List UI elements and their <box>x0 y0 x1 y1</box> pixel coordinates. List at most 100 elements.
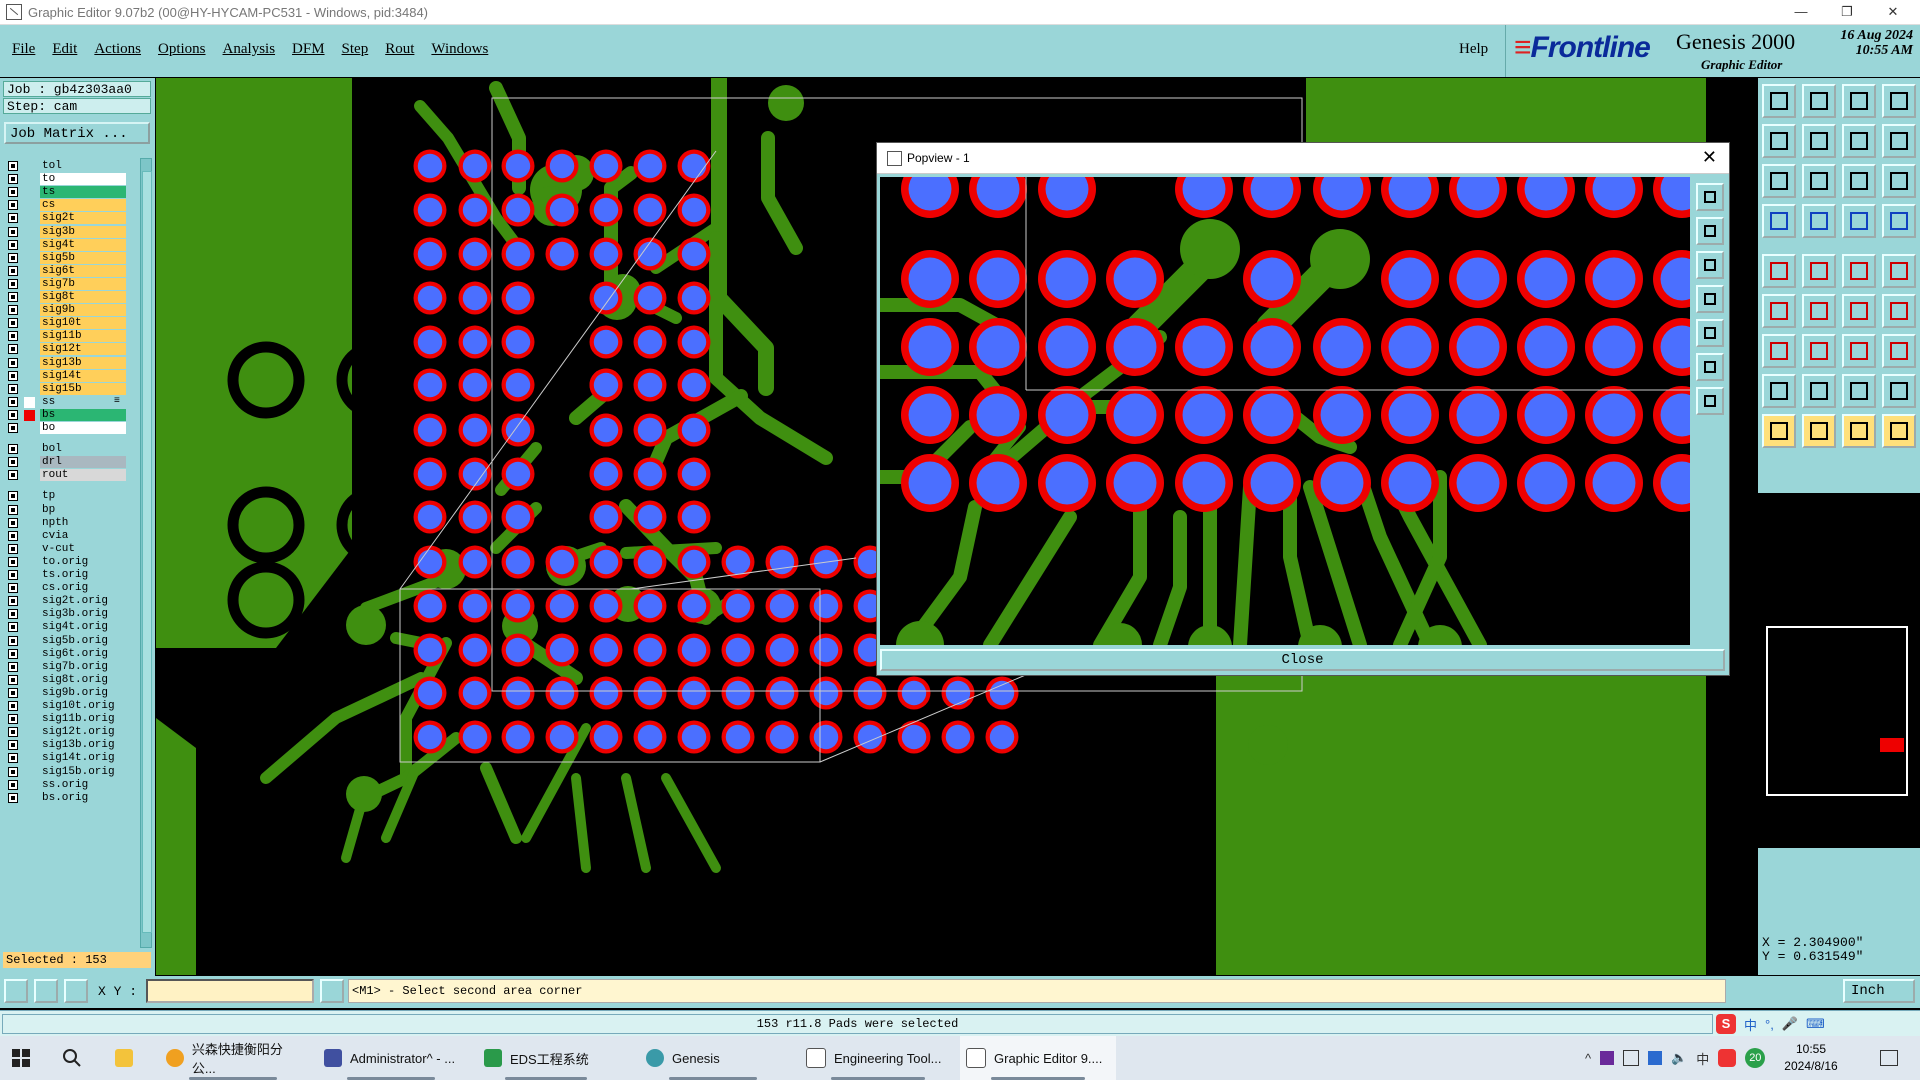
layer-row-sig10t[interactable]: sig10t <box>4 317 144 330</box>
layer-checkbox[interactable] <box>8 596 18 607</box>
xy-input[interactable] <box>146 979 314 1003</box>
layer-name[interactable]: rout <box>40 469 126 482</box>
layer-name[interactable]: sig4t.orig <box>40 621 126 634</box>
layer-row-sig5b.orig[interactable]: sig5b.orig <box>4 634 144 648</box>
layer-checkbox[interactable] <box>8 292 18 302</box>
tray-window-icon[interactable] <box>1623 1050 1640 1066</box>
minimap-viewport[interactable] <box>1880 738 1904 752</box>
layer-checkbox[interactable] <box>8 609 18 620</box>
layer-name[interactable]: bo <box>40 422 126 434</box>
layer-name[interactable]: sig3b.orig <box>40 608 126 621</box>
layer-checkbox[interactable] <box>8 701 18 711</box>
restore-button[interactable]: ❐ <box>1824 0 1870 24</box>
layer-name[interactable]: sig12t.orig <box>40 726 126 739</box>
popview-close-button[interactable]: Close <box>880 649 1725 671</box>
menu-actions[interactable]: Actions <box>94 41 141 58</box>
layer-row-drl[interactable]: drl <box>4 456 144 469</box>
layer-row-sig7b[interactable]: sig7b <box>4 277 144 291</box>
search-button[interactable] <box>62 1036 88 1080</box>
layer-checkbox[interactable] <box>8 305 18 316</box>
grid-button[interactable] <box>64 979 88 1003</box>
ime-mic-icon[interactable]: 🎤 <box>1782 1016 1798 1032</box>
layer-row-bol[interactable]: bol <box>4 443 144 456</box>
layer-checkbox[interactable] <box>8 174 18 185</box>
layer-name[interactable]: bs <box>40 408 126 421</box>
layer-name[interactable]: cs.orig <box>40 582 126 595</box>
edit-line-tool[interactable] <box>1762 294 1796 328</box>
layer-row-sig13b[interactable]: sig13b <box>4 356 144 370</box>
menu-rout[interactable]: Rout <box>385 41 414 58</box>
layer-checkbox[interactable] <box>8 517 18 528</box>
layer-row-sig14t.orig[interactable]: sig14t.orig <box>4 752 144 765</box>
layer-row-tol[interactable]: tol <box>4 160 144 173</box>
layer-checkbox[interactable] <box>8 504 18 515</box>
layer-row-sig5b[interactable]: sig5b <box>4 251 144 265</box>
layer-name[interactable]: sig6t <box>40 264 126 277</box>
move-left-tool[interactable] <box>1762 124 1796 158</box>
draw-line-tool[interactable] <box>1802 294 1836 328</box>
select4-tool[interactable] <box>1882 414 1916 448</box>
layer-checkbox[interactable] <box>8 648 18 659</box>
layer-name[interactable]: bp <box>40 503 126 516</box>
layer-checkbox[interactable] <box>8 470 18 481</box>
taskbar-item[interactable]: EDS工程系统 <box>478 1036 614 1080</box>
layer-checkbox[interactable] <box>8 161 18 171</box>
select3-tool[interactable] <box>1842 414 1876 448</box>
layer-row-sig2t.orig[interactable]: sig2t.orig <box>4 595 144 608</box>
sogou-tray-icon[interactable] <box>1718 1049 1737 1067</box>
pad-tool[interactable] <box>1762 254 1796 288</box>
layer-checkbox[interactable] <box>8 344 18 355</box>
layer-row-ts.orig[interactable]: ts.orig <box>4 569 144 582</box>
layer-checkbox[interactable] <box>8 370 18 381</box>
layer-row-sig9b.orig[interactable]: sig9b.orig <box>4 686 144 700</box>
scale-tool[interactable] <box>1842 164 1876 198</box>
layer-name[interactable]: bol <box>40 443 126 456</box>
layer-row-rout[interactable]: rout <box>4 469 144 482</box>
layer-checkbox[interactable] <box>8 792 18 803</box>
zoom-next-button[interactable] <box>1696 251 1724 279</box>
zoom-left-button[interactable] <box>1696 285 1724 313</box>
layer-name[interactable]: ts.orig <box>40 569 126 581</box>
layer-name[interactable]: sig10t.orig <box>40 700 126 712</box>
layer-row-sig14t[interactable]: sig14t <box>4 369 144 383</box>
menu-options[interactable]: Options <box>158 41 206 58</box>
copy-up-tool[interactable] <box>1762 84 1796 118</box>
layer-name[interactable]: to.orig <box>40 555 126 568</box>
overview-minimap[interactable] <box>1766 626 1908 796</box>
delete-tool[interactable] <box>1802 254 1836 288</box>
menu-dfm[interactable]: DFM <box>292 41 325 58</box>
taskbar-item[interactable]: Administrator^ - ... <box>318 1036 464 1080</box>
taskbar-item[interactable]: 兴森快捷衡阳分公... <box>160 1036 306 1080</box>
layer-row-sig3b.orig[interactable]: sig3b.orig <box>4 608 144 621</box>
layer-name[interactable]: sig5b.orig <box>40 634 126 647</box>
layer-checkbox[interactable] <box>8 213 18 224</box>
zoom-in-button[interactable] <box>1696 183 1724 211</box>
layer-checkbox[interactable] <box>8 278 18 289</box>
resize-tool[interactable] <box>1842 334 1876 368</box>
layer-checkbox[interactable] <box>8 556 18 567</box>
layer-row-sig15b.orig[interactable]: sig15b.orig <box>4 765 144 779</box>
layer-row-tp[interactable]: tp <box>4 490 144 503</box>
layer-checkbox[interactable] <box>8 766 18 777</box>
layer-checkbox[interactable] <box>8 727 18 738</box>
layer-checkbox[interactable] <box>8 252 18 263</box>
fit-tool[interactable] <box>1762 164 1796 198</box>
layer-checkbox[interactable] <box>8 714 18 725</box>
move-right-tool[interactable] <box>1802 124 1836 158</box>
layer-row-sig15b[interactable]: sig15b <box>4 382 144 396</box>
layer-checkbox[interactable] <box>8 530 18 541</box>
layer-name[interactable]: tol <box>40 160 126 172</box>
tray-network-icon[interactable] <box>1648 1051 1663 1065</box>
stack-tool[interactable] <box>1882 124 1916 158</box>
layer-display-indicator[interactable] <box>24 409 35 421</box>
text4-tool[interactable] <box>1882 374 1916 408</box>
layer-row-bo[interactable]: bo <box>4 422 144 435</box>
layer-row-sig2t[interactable]: sig2t <box>4 212 144 225</box>
layer-checkbox[interactable] <box>8 661 18 672</box>
tray-badge[interactable]: 20 <box>1745 1048 1766 1068</box>
layer-name[interactable]: sig12t <box>40 343 126 356</box>
layer-row-sig11b.orig[interactable]: sig11b.orig <box>4 713 144 726</box>
layer-name[interactable]: sig3b <box>40 225 126 238</box>
close-window-button[interactable]: ✕ <box>1870 0 1916 24</box>
menu-help[interactable]: Help <box>1459 41 1488 58</box>
